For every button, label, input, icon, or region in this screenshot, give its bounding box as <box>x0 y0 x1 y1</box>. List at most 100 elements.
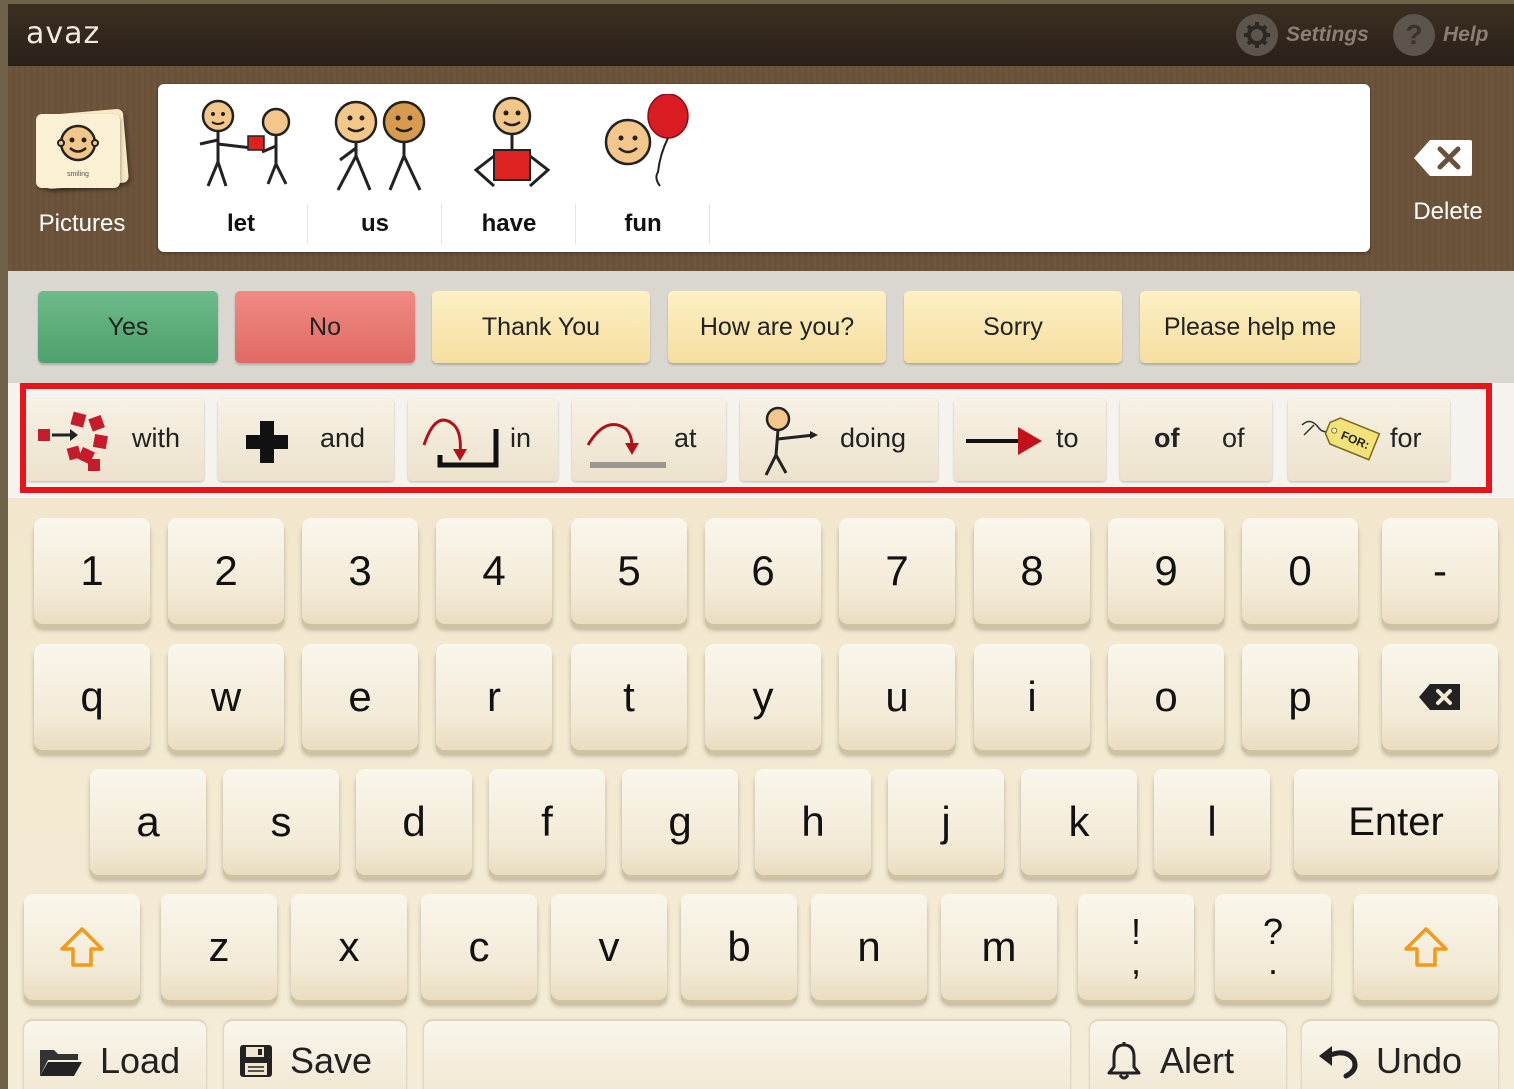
core-word-with[interactable]: with <box>26 399 204 481</box>
key-e[interactable]: e <box>302 644 418 750</box>
for-tag-icon: FOR: <box>1301 417 1381 461</box>
core-word-at[interactable]: at <box>572 399 726 481</box>
of-symbol-icon: of <box>1154 423 1180 453</box>
key-secondary: . <box>1267 941 1278 982</box>
word-label: fun <box>624 210 662 237</box>
core-word-for[interactable]: FOR: for <box>1288 399 1450 481</box>
key-s[interactable]: s <box>223 769 339 875</box>
key-t[interactable]: t <box>571 644 687 750</box>
key-f[interactable]: f <box>489 769 605 875</box>
key-w[interactable]: w <box>168 644 284 750</box>
core-word-label: for <box>1390 423 1422 453</box>
settings-label: Settings <box>1286 23 1369 46</box>
key-g[interactable]: g <box>622 769 738 875</box>
title-bar: avaz Settings ? Help <box>8 4 1514 66</box>
enter-key[interactable]: Enter <box>1294 769 1498 875</box>
fun-balloon-icon <box>604 94 689 187</box>
in-icon <box>422 418 499 468</box>
arrow-right-icon <box>966 427 1042 455</box>
key-q[interactable]: q <box>34 644 150 750</box>
message-word-fun[interactable]: fun <box>576 94 710 244</box>
key-v[interactable]: v <box>551 894 667 1000</box>
settings-button[interactable]: Settings <box>1236 14 1369 56</box>
word-label: let <box>226 210 255 237</box>
key-1[interactable]: 1 <box>34 518 150 624</box>
key-c[interactable]: c <box>421 894 537 1000</box>
key-2[interactable]: 2 <box>168 518 284 624</box>
save-label: Save <box>290 1040 373 1081</box>
core-word-label: to <box>1056 423 1079 453</box>
core-word-label: doing <box>840 423 907 453</box>
key-question-period[interactable]: ? . <box>1215 894 1331 1000</box>
floppy-disk-icon <box>240 1045 272 1077</box>
key-u[interactable]: u <box>839 644 955 750</box>
key-glyphs: ? . <box>1263 914 1283 982</box>
delete-button[interactable]: Delete <box>1398 126 1498 226</box>
key-9[interactable]: 9 <box>1108 518 1224 624</box>
key-r[interactable]: r <box>436 644 552 750</box>
phrase-no-button[interactable]: No <box>235 291 415 363</box>
key-d[interactable]: d <box>356 769 472 875</box>
key-z[interactable]: z <box>161 894 277 1000</box>
load-button[interactable]: Load <box>24 1021 206 1089</box>
key-4[interactable]: 4 <box>436 518 552 624</box>
undo-button[interactable]: Undo <box>1302 1021 1498 1089</box>
core-word-label: and <box>320 423 366 453</box>
phrase-yes-button[interactable]: Yes <box>38 291 218 363</box>
key-b[interactable]: b <box>681 894 797 1000</box>
key-p[interactable]: p <box>1242 644 1358 750</box>
core-word-doing[interactable]: doing <box>740 399 938 481</box>
key-6[interactable]: 6 <box>705 518 821 624</box>
key-minus[interactable]: - <box>1382 518 1498 624</box>
backspace-icon <box>1419 684 1460 710</box>
phrase-sorry-button[interactable]: Sorry <box>904 291 1122 363</box>
doing-icon <box>764 406 818 476</box>
load-label: Load <box>100 1040 181 1081</box>
core-word-and[interactable]: and <box>218 399 394 481</box>
shift-arrow-icon <box>1404 927 1448 967</box>
phrase-thank-you-button[interactable]: Thank You <box>432 291 650 363</box>
key-j[interactable]: j <box>888 769 1004 875</box>
card-caption: smiling <box>67 171 89 178</box>
key-i[interactable]: i <box>974 644 1090 750</box>
shift-key-right[interactable] <box>1354 894 1498 1000</box>
key-exclamation-comma[interactable]: ! , <box>1078 894 1194 1000</box>
pictures-label: Pictures <box>38 210 126 237</box>
question-icon: ? <box>1393 14 1435 56</box>
key-l[interactable]: l <box>1154 769 1270 875</box>
key-h[interactable]: h <box>755 769 871 875</box>
key-0[interactable]: 0 <box>1242 518 1358 624</box>
key-8[interactable]: 8 <box>974 518 1090 624</box>
message-box[interactable]: let us have fun <box>158 84 1370 252</box>
phrase-how-are-you-button[interactable]: How are you? <box>668 291 886 363</box>
key-5[interactable]: 5 <box>571 518 687 624</box>
core-word-in[interactable]: in <box>408 399 558 481</box>
key-y[interactable]: y <box>705 644 821 750</box>
core-word-of[interactable]: of of <box>1120 399 1272 481</box>
core-word-to[interactable]: to <box>954 399 1106 481</box>
phrase-please-help-button[interactable]: Please help me <box>1140 291 1360 363</box>
alert-label: Alert <box>1160 1040 1235 1081</box>
key-x[interactable]: x <box>291 894 407 1000</box>
key-3[interactable]: 3 <box>302 518 418 624</box>
message-word-have[interactable]: have <box>442 94 576 244</box>
alert-button[interactable]: Alert <box>1090 1021 1286 1089</box>
message-word-let[interactable]: let <box>174 94 308 244</box>
key-a[interactable]: a <box>90 769 206 875</box>
save-button[interactable]: Save <box>224 1021 406 1089</box>
pictures-button[interactable]: smiling Pictures <box>30 106 134 246</box>
key-m[interactable]: m <box>941 894 1057 1000</box>
message-word-us[interactable]: us <box>308 94 442 244</box>
word-label: have <box>481 210 537 237</box>
key-o[interactable]: o <box>1108 644 1224 750</box>
shift-key-left[interactable] <box>24 894 140 1000</box>
gear-icon <box>1236 14 1278 56</box>
key-7[interactable]: 7 <box>839 518 955 624</box>
key-k[interactable]: k <box>1021 769 1137 875</box>
key-backspace[interactable] <box>1382 644 1498 750</box>
key-n[interactable]: n <box>811 894 927 1000</box>
at-icon <box>586 423 666 468</box>
spacebar[interactable] <box>424 1021 1070 1089</box>
help-button[interactable]: ? Help <box>1393 14 1489 56</box>
core-word-label: at <box>674 423 697 453</box>
